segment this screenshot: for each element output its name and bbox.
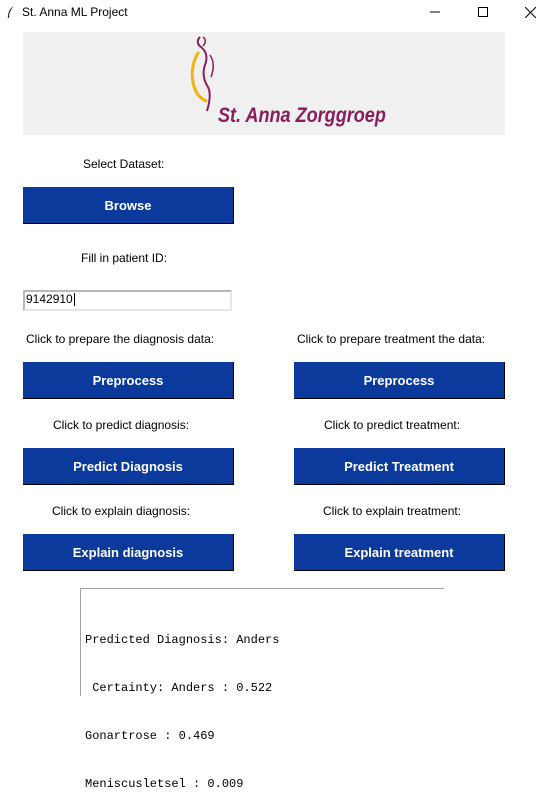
logo-text: St. Anna Zorggroep (218, 104, 386, 127)
prediction-output-textarea[interactable]: Predicted Diagnosis: Anders Certainty: A… (80, 588, 444, 791)
browse-button[interactable]: Browse (23, 187, 234, 224)
select-dataset-label: Select Dataset: (83, 157, 165, 171)
explain-treatment-button[interactable]: Explain treatment (294, 534, 505, 571)
output-line: Gonartrose : 0.469 (85, 729, 215, 743)
close-button[interactable] (507, 0, 541, 24)
treatment-prepare-label: Click to prepare treatment the data: (297, 332, 486, 346)
diagnosis-preprocess-button[interactable]: Preprocess (23, 362, 234, 399)
predict-diagnosis-button[interactable]: Predict Diagnosis (23, 448, 234, 485)
minimize-icon (430, 11, 440, 13)
diagnosis-explain-label: Click to explain diagnosis: (52, 504, 191, 518)
zorggroep-figure-logo (190, 36, 214, 112)
output-line: Predicted Diagnosis: Anders (85, 633, 280, 647)
treatment-preprocess-button[interactable]: Preprocess (294, 362, 505, 399)
feather-icon (7, 6, 14, 19)
logo-banner: St. Anna Zorggroep (23, 32, 505, 135)
maximize-icon (478, 7, 488, 17)
maximize-button[interactable] (460, 0, 506, 24)
output-line: Meniscusletsel : 0.009 (85, 777, 244, 791)
diagnosis-prepare-label: Click to prepare the diagnosis data: (26, 332, 215, 346)
text-caret (73, 293, 75, 307)
window-title: St. Anna ML Project (22, 5, 128, 19)
treatment-predict-label: Click to predict treatment: (324, 418, 461, 432)
patient-id-input[interactable]: 9142910 (23, 290, 232, 311)
output-line: Certainty: Anders : 0.522 (85, 681, 273, 695)
treatment-explain-label: Click to explain treatment: (323, 504, 462, 518)
explain-diagnosis-button[interactable]: Explain diagnosis (23, 534, 234, 571)
title-bar: St. Anna ML Project (0, 0, 541, 24)
patient-id-label: Fill in patient ID: (81, 251, 168, 265)
close-icon (524, 6, 536, 18)
patient-id-value: 9142910 (26, 292, 73, 306)
diagnosis-predict-label: Click to predict diagnosis: (53, 418, 190, 432)
minimize-button[interactable] (412, 0, 458, 24)
predict-treatment-button[interactable]: Predict Treatment (294, 448, 505, 485)
